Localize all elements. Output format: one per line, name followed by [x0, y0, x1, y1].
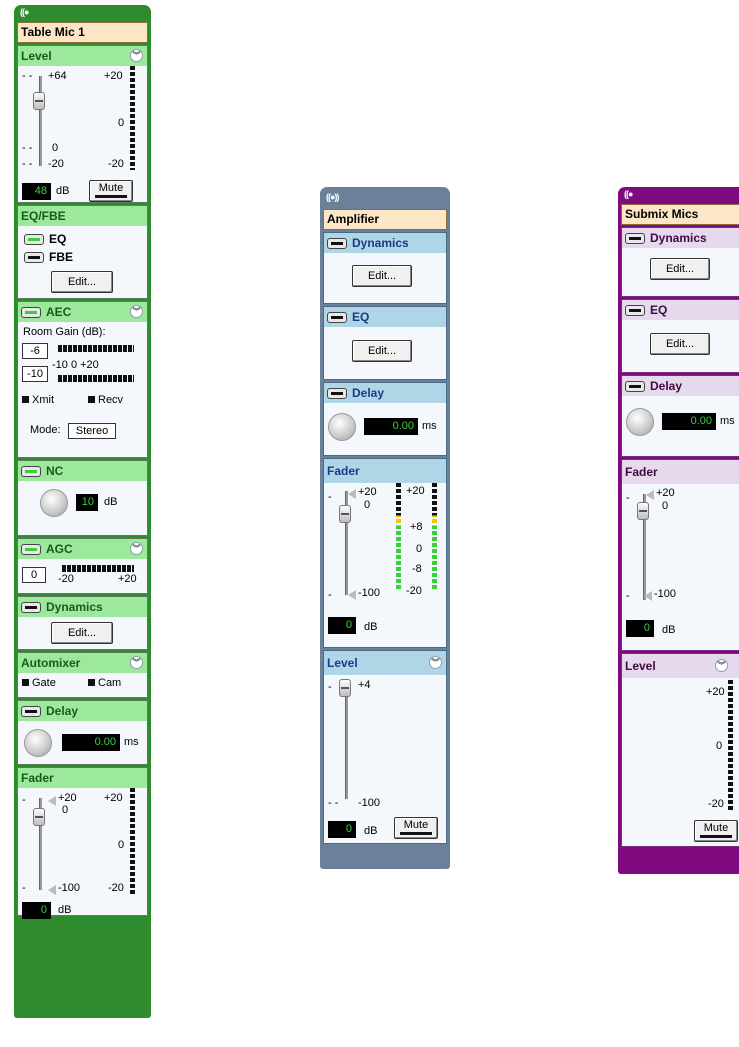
level-block: Level ︾ - +4 - - -100 0 dB Mute: [323, 650, 447, 844]
nc-block: NC 10 dB: [17, 460, 148, 536]
eq-block: EQ Edit...: [323, 306, 447, 380]
fader-block: Fader - +20 0 - -100 +20 +8 0 -8 -20 0 d…: [323, 458, 447, 648]
strip-title[interactable]: Amplifier: [323, 209, 447, 230]
chevron-down-icon[interactable]: ︾: [130, 305, 143, 318]
fader-slider-knob[interactable]: [339, 505, 351, 523]
level-block: Level ︾ +20 0 -20 Mute: [621, 653, 739, 847]
level-value-display[interactable]: 0: [328, 821, 356, 838]
agc-toggle[interactable]: [21, 543, 41, 555]
dynamics-edit-button[interactable]: Edit...: [352, 265, 412, 287]
aec-toggle[interactable]: [21, 306, 41, 318]
channel-strip-submix-mics: ((● Submix Mics Dynamics Edit... EQ Edit…: [618, 187, 739, 874]
dynamics-edit-button[interactable]: Edit...: [51, 622, 113, 644]
level-mark-min: -20: [48, 158, 64, 170]
chevron-down-icon[interactable]: ︾: [429, 656, 442, 669]
dynamics-toggle[interactable]: [625, 232, 645, 244]
delay-block: Delay 0.00 ms: [621, 375, 739, 457]
dynamics-toggle[interactable]: [327, 237, 347, 249]
eq-toggle[interactable]: [24, 233, 44, 245]
fader-value-display[interactable]: 0: [626, 620, 654, 637]
aec-gain-meter: [58, 345, 134, 352]
mute-button[interactable]: Mute: [89, 180, 133, 202]
delay-knob[interactable]: [328, 413, 356, 441]
fader-meter: [130, 788, 135, 894]
level-value-display[interactable]: 48: [22, 183, 51, 200]
eq-toggle[interactable]: [625, 304, 645, 316]
eq-block: EQ Edit...: [621, 299, 739, 373]
strip-title[interactable]: Table Mic 1: [17, 22, 148, 43]
delay-knob[interactable]: [626, 408, 654, 436]
delay-value-display[interactable]: 0.00: [662, 413, 716, 430]
nc-toggle[interactable]: [21, 465, 41, 477]
dynamics-block: Dynamics Edit...: [17, 596, 148, 650]
aec-block: AEC ︾ Room Gain (dB): -6 -10 0 +20 -10 Xm…: [17, 301, 148, 458]
eq-edit-button[interactable]: Edit...: [650, 333, 710, 355]
level-mark-max: +64: [48, 70, 67, 82]
delay-knob[interactable]: [24, 729, 52, 757]
dynamics-toggle[interactable]: [21, 601, 41, 613]
fbe-toggle[interactable]: [24, 251, 44, 263]
chevron-down-icon[interactable]: ︾: [130, 542, 143, 555]
wireless-icon: ((●: [20, 7, 29, 17]
level-mark-zero: 0: [52, 142, 59, 154]
dynamics-edit-button[interactable]: Edit...: [650, 258, 710, 280]
nc-value-display[interactable]: 10: [76, 494, 98, 511]
chevron-down-icon[interactable]: ︾: [715, 659, 728, 672]
fader-meter-right: [432, 483, 437, 591]
mute-button[interactable]: Mute: [694, 820, 738, 842]
delay-toggle[interactable]: [327, 387, 347, 399]
delay-toggle[interactable]: [625, 380, 645, 392]
level-meter: [728, 680, 733, 810]
agc-meter: [62, 565, 134, 572]
level-meter: [130, 66, 135, 170]
automixer-block: Automixer ︾ Gate Cam: [17, 652, 148, 698]
dynamics-block: Dynamics Edit...: [323, 232, 447, 304]
delay-value-display[interactable]: 0.00: [364, 418, 418, 435]
channel-strip-table-mic-1: ((● Table Mic 1 Level ︾ - - +64 - - 0 - -…: [14, 5, 151, 1018]
aec-range-meter: [58, 375, 134, 382]
fader-meter-left: [396, 483, 401, 591]
dynamics-block: Dynamics Edit...: [621, 227, 739, 297]
level-slider-knob[interactable]: [339, 679, 351, 697]
delay-value-display[interactable]: 0.00: [62, 734, 120, 751]
agc-block: AGC ︾ 0 -20 +20: [17, 538, 148, 594]
aec-box-1[interactable]: -6: [22, 343, 48, 359]
delay-toggle[interactable]: [21, 705, 41, 717]
nc-knob[interactable]: [40, 489, 68, 517]
fader-slider-knob[interactable]: [33, 808, 45, 826]
level-slider-track[interactable]: [39, 76, 42, 166]
fader-value-display[interactable]: 0: [328, 617, 356, 634]
eq-fbe-edit-button[interactable]: Edit...: [51, 271, 113, 293]
eq-fbe-block: EQ/FBE EQ FBE Edit...: [17, 205, 148, 299]
chevron-down-icon[interactable]: ︾: [130, 49, 143, 62]
aec-box-2[interactable]: -10: [22, 366, 48, 382]
fader-block: Fader - +20 0 - -100 0 dB: [621, 459, 739, 651]
level-slider-track[interactable]: [345, 683, 348, 799]
eq-toggle[interactable]: [327, 311, 347, 323]
channel-strip-amplifier: ((●)) Amplifier Dynamics Edit... EQ Edit…: [320, 187, 450, 869]
eq-edit-button[interactable]: Edit...: [352, 340, 412, 362]
level-header: Level: [21, 49, 52, 63]
agc-box[interactable]: 0: [22, 567, 46, 583]
level-block: Level ︾ - - +64 - - 0 - - -20 +20 0 -20 4…: [17, 45, 148, 203]
eq-fbe-header: EQ/FBE: [21, 209, 66, 223]
delay-block: Delay 0.00 ms: [323, 382, 447, 456]
aec-mode-select[interactable]: Stereo: [68, 423, 116, 439]
wireless-icon: ((●: [624, 189, 633, 199]
chevron-down-icon[interactable]: ︾: [130, 656, 143, 669]
wireless-icon: ((●)): [326, 192, 339, 202]
strip-title[interactable]: Submix Mics: [621, 204, 739, 225]
fader-block: Fader - +20 0 - -100 +20 0 -20 0 dB: [17, 767, 148, 919]
mute-button[interactable]: Mute: [394, 817, 438, 839]
level-slider-knob[interactable]: [33, 92, 45, 110]
delay-block: Delay 0.00 ms: [17, 700, 148, 765]
fader-slider-knob[interactable]: [637, 502, 649, 520]
fader-value-display[interactable]: 0: [22, 902, 51, 919]
